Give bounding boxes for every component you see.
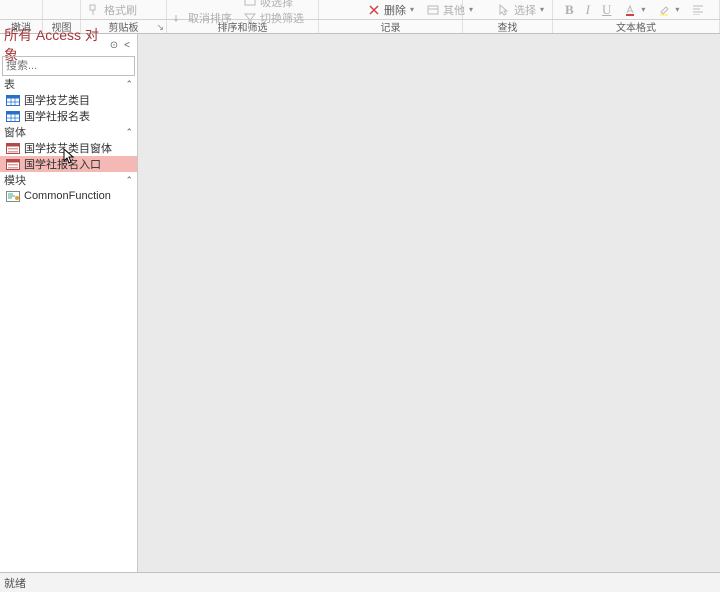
- chevron-down-icon: ▾: [675, 5, 679, 14]
- selection-button: 吸选择: [237, 0, 299, 10]
- chevron-up-icon: ⌃: [125, 175, 133, 186]
- nav-section-tables[interactable]: 表 ⌃: [0, 76, 137, 92]
- chevron-down-icon: ▾: [641, 5, 645, 14]
- module-icon: [6, 190, 20, 202]
- nav-item-label: 国学社报名表: [24, 108, 90, 124]
- ribbon-group-labels: 撤消 视图 剪贴板 ↘ 排序和筛选 记录 查找 文本格式: [0, 20, 720, 34]
- nav-collapse-icon[interactable]: <: [121, 40, 133, 51]
- nav-table-item[interactable]: 国学技艺类目: [0, 92, 137, 108]
- group-clipboard: 剪贴板 ↘: [81, 20, 167, 33]
- chevron-up-icon: ⌃: [125, 79, 133, 90]
- font-color-icon: [623, 3, 637, 17]
- nav-section-forms[interactable]: 窗体 ⌃: [0, 124, 137, 140]
- nav-form-item-selected[interactable]: 国学社报名入口: [0, 156, 137, 172]
- nav-search-input[interactable]: [3, 57, 151, 75]
- selection-icon: [243, 0, 257, 9]
- group-views: 视图: [43, 20, 81, 33]
- chevron-up-icon: ⌃: [125, 127, 133, 138]
- nav-item-label: 国学技艺类目窗体: [24, 140, 112, 156]
- font-color-button: ▾: [617, 3, 651, 17]
- nav-table-item[interactable]: 国学社报名表: [0, 108, 137, 124]
- group-sort-filter: 排序和筛选: [167, 20, 319, 33]
- bold-button: B: [559, 2, 580, 18]
- nav-item-label: CommonFunction: [24, 190, 111, 202]
- main-area: 所有 Access 对象 ⊙ < 表 ⌃ 国学技艺类目 国学社报名表: [0, 34, 720, 572]
- align-icon: [691, 3, 705, 17]
- nav-section-label: 窗体: [4, 124, 26, 140]
- group-find: 查找: [463, 20, 553, 33]
- nav-filter-dropdown-icon[interactable]: ⊙: [107, 40, 121, 51]
- nav-pane-header[interactable]: 所有 Access 对象 ⊙ <: [0, 34, 137, 56]
- nav-form-item[interactable]: 国学技艺类目窗体: [0, 140, 137, 156]
- more-label: 其他: [443, 2, 465, 18]
- align-button: [685, 3, 711, 17]
- table-icon: [6, 94, 20, 106]
- nav-module-item[interactable]: CommonFunction: [0, 188, 137, 204]
- delete-button: 删除 ▾: [361, 2, 420, 18]
- group-undo: 撤消: [0, 20, 43, 33]
- format-painter-button: 格式刷: [81, 2, 166, 18]
- dialog-launcher-icon[interactable]: ↘: [156, 22, 164, 33]
- cursor-icon: [497, 3, 511, 17]
- workspace-area: [138, 34, 720, 572]
- ribbon-controls: 格式刷 吸选择 取消排序 切换筛选: [0, 0, 720, 20]
- delete-label: 删除: [384, 2, 406, 18]
- italic-button: I: [580, 2, 596, 18]
- ascending-button: [167, 0, 237, 10]
- navigation-pane: 所有 Access 对象 ⊙ < 表 ⌃ 国学技艺类目 国学社报名表: [0, 34, 138, 572]
- nav-section-label: 表: [4, 76, 15, 92]
- status-bar: 就绪: [0, 572, 720, 592]
- select-button: 选择 ▾: [463, 2, 550, 18]
- selection-label: 吸选择: [260, 0, 293, 10]
- nav-item-label: 国学技艺类目: [24, 92, 90, 108]
- group-records: 记录: [319, 20, 463, 33]
- chevron-down-icon: ▾: [540, 5, 544, 14]
- table-icon: [6, 110, 20, 122]
- paintbrush-icon: [87, 3, 101, 17]
- nav-search-box[interactable]: [2, 56, 135, 76]
- nav-item-label: 国学社报名入口: [24, 156, 101, 172]
- more-icon: [426, 3, 440, 17]
- group-text-format: 文本格式: [553, 20, 720, 33]
- status-text: 就绪: [4, 575, 26, 591]
- nav-section-modules[interactable]: 模块 ⌃: [0, 172, 137, 188]
- underline-button: U: [596, 2, 617, 18]
- select-label: 选择: [514, 2, 536, 18]
- highlight-button: ▾: [651, 3, 685, 17]
- form-icon: [6, 142, 20, 154]
- format-painter-label: 格式刷: [104, 2, 137, 18]
- chevron-down-icon: ▾: [410, 5, 414, 14]
- form-icon: [6, 158, 20, 170]
- highlight-icon: [657, 3, 671, 17]
- delete-x-icon: [367, 3, 381, 17]
- nav-section-label: 模块: [4, 172, 26, 188]
